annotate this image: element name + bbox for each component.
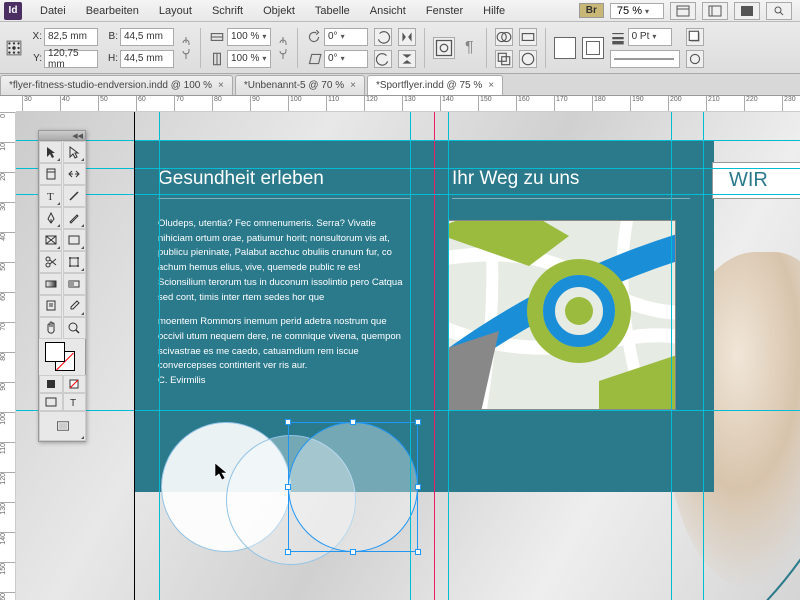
direct-selection-tool[interactable] bbox=[63, 141, 86, 163]
y-label: Y: bbox=[28, 53, 42, 64]
app-icon: Id bbox=[4, 2, 22, 20]
x-label: X: bbox=[28, 31, 42, 42]
flip-h-button[interactable] bbox=[398, 28, 416, 46]
formatting-text-button[interactable]: T bbox=[63, 393, 87, 411]
scissors-tool[interactable] bbox=[39, 251, 62, 273]
document-workspace[interactable]: Gesundheit erleben Oludeps, utentia? Fec… bbox=[16, 112, 800, 600]
tools-panel: ◀◀ T T bbox=[38, 130, 86, 442]
pathfinder-4[interactable] bbox=[519, 50, 537, 68]
shear-input[interactable]: 0° bbox=[324, 50, 368, 68]
menu-bearbeiten[interactable]: Bearbeiten bbox=[76, 2, 149, 20]
document-tabs: *flyer-fitness-studio-endversion.indd @ … bbox=[0, 74, 800, 96]
free-transform-tool[interactable] bbox=[63, 251, 86, 273]
doc-tab-2[interactable]: *Sportflyer.indd @ 75 % × bbox=[367, 75, 503, 95]
rotate-cw-button[interactable] bbox=[374, 28, 392, 46]
constrain-wh-icon[interactable] bbox=[180, 33, 192, 63]
menu-layout[interactable]: Layout bbox=[149, 2, 202, 20]
vertical-ruler[interactable]: 0102030405060708090100110120130140150160 bbox=[0, 112, 16, 600]
page-boundary bbox=[134, 112, 800, 600]
pen-tool[interactable] bbox=[39, 207, 62, 229]
horizontal-ruler[interactable]: 3040506070809010011012013014015016017018… bbox=[16, 96, 800, 112]
svg-text:T: T bbox=[47, 191, 54, 203]
menu-tabelle[interactable]: Tabelle bbox=[305, 2, 360, 20]
note-tool[interactable] bbox=[39, 295, 62, 317]
pathfinder-1[interactable] bbox=[495, 28, 513, 46]
tab-close-icon[interactable]: × bbox=[218, 80, 224, 91]
apply-none-button[interactable] bbox=[63, 375, 87, 393]
svg-text:T: T bbox=[70, 398, 76, 409]
menu-fenster[interactable]: Fenster bbox=[416, 2, 473, 20]
type-tool[interactable]: T bbox=[39, 185, 62, 207]
scale-y-input[interactable]: 100 % bbox=[227, 50, 271, 68]
doc-tab-0[interactable]: *flyer-fitness-studio-endversion.indd @ … bbox=[0, 75, 233, 95]
fill-color-box[interactable] bbox=[45, 342, 65, 362]
constrain-scale-icon[interactable] bbox=[277, 33, 289, 63]
cursor-icon bbox=[214, 462, 230, 482]
gradient-feather-tool[interactable] bbox=[63, 273, 86, 295]
fill-stroke-control[interactable] bbox=[39, 339, 86, 375]
stroke-style-select[interactable] bbox=[610, 50, 680, 68]
rectangle-frame-tool[interactable] bbox=[39, 229, 62, 251]
tab-close-icon[interactable]: × bbox=[488, 80, 494, 91]
stroke-swatch[interactable] bbox=[582, 37, 604, 59]
menu-hilfe[interactable]: Hilfe bbox=[473, 2, 515, 20]
rotate-input[interactable]: 0° bbox=[324, 28, 368, 46]
line-tool[interactable] bbox=[63, 185, 86, 207]
w-label: B: bbox=[104, 31, 118, 42]
pathfinder-3[interactable] bbox=[519, 28, 537, 46]
page-tool[interactable] bbox=[39, 163, 62, 185]
hand-tool[interactable] bbox=[39, 317, 62, 339]
h-input[interactable]: 44,5 mm bbox=[120, 50, 174, 68]
pathfinder-2[interactable] bbox=[495, 50, 513, 68]
flip-v-button[interactable] bbox=[398, 50, 416, 68]
menu-bar: Id Datei Bearbeiten Layout Schrift Objek… bbox=[0, 0, 800, 22]
tools-panel-header[interactable]: ◀◀ bbox=[39, 131, 85, 141]
shear-icon bbox=[306, 51, 322, 67]
select-container-button[interactable] bbox=[433, 37, 455, 59]
zoom-level-select[interactable]: 75 % bbox=[610, 3, 664, 19]
doc-tab-2-label: *Sportflyer.indd @ 75 % bbox=[376, 80, 482, 91]
menu-datei[interactable]: Datei bbox=[30, 2, 76, 20]
w-input[interactable]: 44,5 mm bbox=[120, 28, 174, 46]
fill-swatch[interactable] bbox=[554, 37, 576, 59]
view-mode-button[interactable] bbox=[39, 411, 86, 441]
pencil-tool[interactable] bbox=[63, 207, 86, 229]
menu-ansicht[interactable]: Ansicht bbox=[360, 2, 416, 20]
view-mode-button-1[interactable] bbox=[670, 2, 696, 20]
effects-button[interactable] bbox=[686, 28, 704, 46]
doc-tab-1-label: *Unbenannt-5 @ 70 % bbox=[244, 80, 344, 91]
apply-color-button[interactable] bbox=[39, 375, 63, 393]
scale-x-icon bbox=[209, 29, 225, 45]
rectangle-tool[interactable] bbox=[63, 229, 86, 251]
paragraph-indicator-icon: ¶ bbox=[461, 39, 478, 57]
menu-objekt[interactable]: Objekt bbox=[253, 2, 305, 20]
rotate-icon bbox=[306, 29, 322, 45]
menu-schrift[interactable]: Schrift bbox=[202, 2, 253, 20]
selection-tool[interactable] bbox=[39, 141, 62, 163]
y-input[interactable]: 120,75 mm bbox=[44, 50, 98, 68]
eyedropper-tool[interactable] bbox=[63, 295, 86, 317]
search-button[interactable] bbox=[766, 2, 792, 20]
stroke-weight-icon bbox=[610, 29, 626, 45]
h-label: H: bbox=[104, 53, 118, 64]
gradient-swatch-tool[interactable] bbox=[39, 273, 62, 295]
scale-y-icon bbox=[209, 51, 225, 67]
control-panel: X:82,5 mm Y:120,75 mm B:44,5 mm H:44,5 m… bbox=[0, 22, 800, 74]
formatting-container-button[interactable] bbox=[39, 393, 63, 411]
gap-tool[interactable] bbox=[63, 163, 86, 185]
x-input[interactable]: 82,5 mm bbox=[44, 28, 98, 46]
scale-x-input[interactable]: 100 % bbox=[227, 28, 271, 46]
doc-tab-0-label: *flyer-fitness-studio-endversion.indd @ … bbox=[9, 80, 212, 91]
rotate-ccw-button[interactable] bbox=[374, 50, 392, 68]
doc-tab-1[interactable]: *Unbenannt-5 @ 70 % × bbox=[235, 75, 365, 95]
tab-close-icon[interactable]: × bbox=[350, 80, 356, 91]
bridge-button[interactable]: Br bbox=[579, 3, 604, 18]
zoom-tool[interactable] bbox=[63, 317, 86, 339]
effects-button-2[interactable] bbox=[686, 50, 704, 68]
view-mode-button-3[interactable] bbox=[734, 2, 760, 20]
reference-point-icon[interactable] bbox=[6, 40, 22, 56]
stroke-weight-input[interactable]: 0 Pt bbox=[628, 28, 672, 46]
view-mode-button-2[interactable] bbox=[702, 2, 728, 20]
